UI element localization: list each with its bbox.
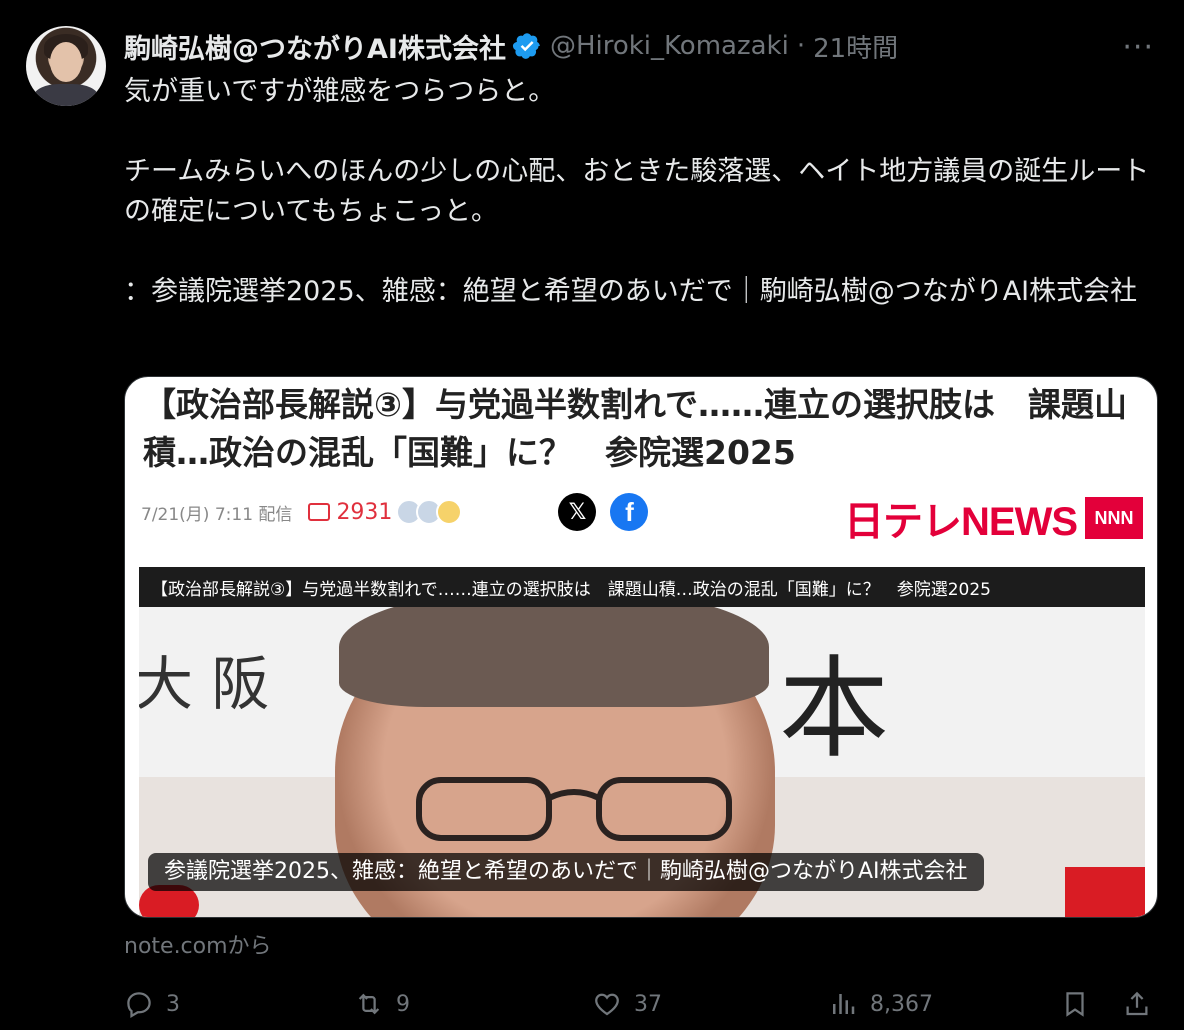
facebook-share-icon: f <box>610 493 649 531</box>
avatar[interactable] <box>26 26 106 106</box>
author-name[interactable]: 駒崎弘樹@つながりAI株式会社 <box>124 27 506 66</box>
analytics-icon <box>833 994 855 1014</box>
repost-icon <box>358 993 380 1015</box>
repost-button[interactable]: 9 <box>354 984 410 1024</box>
reaction-faces <box>396 499 463 525</box>
glasses-graphic <box>416 777 732 841</box>
article-meta: 7/21(月) 7:11 配信 2931 𝕏 f <box>141 493 649 531</box>
post-line-2: チームみらいへのほんの少しの心配、おときた駿落選、ヘイト地方議員の誕生ルートの確… <box>124 156 1150 227</box>
article-date: 7/21(月) 7:11 配信 <box>141 504 293 525</box>
reply-icon <box>127 992 151 1018</box>
bookmark-icon <box>1066 992 1084 1017</box>
article-title: 【政治部長解説③】与党過半数割れで……連立の選択肢は 課題山積…政治の混乱「国難… <box>143 385 1127 472</box>
post-line-3: ：参議院選挙2025、雑感：絶望と希望のあいだで｜駒崎弘樹@つながりAI株式会社 <box>124 276 1138 307</box>
view-count: 8,367 <box>870 991 933 1017</box>
like-count: 37 <box>634 991 662 1017</box>
logo-badge: NNN <box>1085 497 1143 539</box>
video-title: 【政治部長解説③】与党過半数割れで……連立の選択肢は 課題山積…政治の混乱「国難… <box>151 580 991 600</box>
ntv-news-logo: 日テレNEWS NNN <box>844 489 1143 547</box>
post-text: 気が重いですが雑感をつらつらと。 チームみらいへのほんの少しの心配、おときた駿落… <box>124 72 1164 312</box>
more-options-icon[interactable]: ··· <box>1122 30 1154 65</box>
link-source[interactable]: note.comから <box>124 928 272 960</box>
backdrop-sign-left: 大 阪 <box>139 650 270 718</box>
share-icon <box>1126 991 1148 1016</box>
share-button[interactable] <box>1122 984 1164 1024</box>
comment-icon <box>308 503 331 521</box>
card-caption: 参議院選挙2025、雑感：絶望と希望のあいだで｜駒崎弘樹@つながりAI株式会社 <box>148 853 984 891</box>
repost-count: 9 <box>396 991 410 1017</box>
backdrop-sign-right: 本 <box>779 645 889 773</box>
comment-count-value: 2931 <box>336 499 393 525</box>
heart-icon <box>595 993 619 1016</box>
post-line-1: 気が重いですが雑感をつらつらと。 <box>124 76 556 107</box>
reply-button[interactable]: 3 <box>124 984 180 1024</box>
link-preview-card[interactable]: 【政治部長解説③】与党過半数割れで……連立の選択肢は 課題山積…政治の混乱「国難… <box>124 376 1158 918</box>
author-handle[interactable]: @Hiroki_Komazaki <box>550 31 789 61</box>
comment-count: 2931 <box>308 500 392 525</box>
bookmark-button[interactable] <box>1060 984 1102 1024</box>
logo-text: 日テレNEWS <box>844 500 1078 544</box>
reply-count: 3 <box>166 991 180 1017</box>
post-header: 駒崎弘樹@つながりAI株式会社 @Hiroki_Komazaki · 21時間 <box>124 27 898 66</box>
views-button[interactable]: 8,367 <box>828 984 933 1024</box>
x-share-icon: 𝕏 <box>558 493 597 531</box>
action-bar: 3 9 37 8,367 <box>124 984 1156 1024</box>
like-button[interactable]: 37 <box>592 984 662 1024</box>
post-timestamp[interactable]: 21時間 <box>813 28 898 65</box>
verified-badge-icon <box>512 33 540 59</box>
separator-dot: · <box>796 31 806 61</box>
